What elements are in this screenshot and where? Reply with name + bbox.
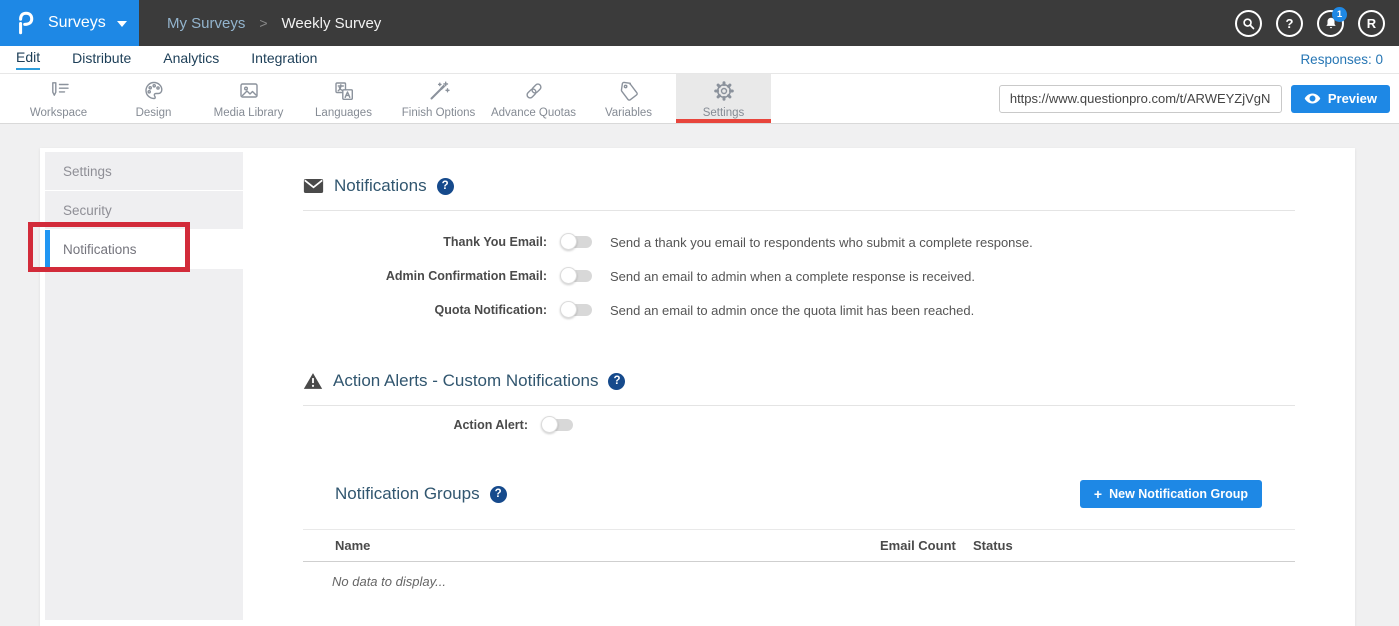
quota-notification-toggle[interactable]	[562, 304, 592, 316]
chevron-down-icon	[117, 21, 127, 27]
notification-groups-table: Name Email Count Status No data to displ…	[303, 529, 1295, 589]
preview-button[interactable]: Preview	[1291, 85, 1390, 113]
notification-count-badge: 1	[1332, 7, 1347, 22]
settings-sidebar: Settings Security Notifications	[45, 152, 243, 620]
palette-icon	[142, 79, 166, 104]
sidebar-item-notifications[interactable]: Notifications	[45, 230, 243, 268]
action-alerts-section-title: Action Alerts - Custom Notifications	[333, 371, 598, 391]
breadcrumb-current-survey: Weekly Survey	[282, 15, 382, 32]
toolbar-item-finish-options[interactable]: Finish Options	[391, 74, 486, 123]
toggle-knob	[560, 301, 577, 318]
notifications-section-header: Notifications ?	[303, 174, 1295, 198]
chain-icon	[522, 79, 546, 104]
toggle-knob	[560, 233, 577, 250]
survey-nav: Edit Distribute Analytics Integration Re…	[0, 46, 1399, 74]
gear-icon	[712, 79, 736, 104]
sidebar-item-settings[interactable]: Settings	[45, 152, 243, 190]
responses-count[interactable]: Responses: 0	[1300, 52, 1383, 67]
eye-icon	[1304, 92, 1321, 105]
tag-icon	[617, 79, 641, 104]
sidebar-filler	[45, 269, 243, 620]
action-alert-row: Action Alert:	[303, 408, 1295, 442]
empty-table-message: No data to display...	[332, 574, 1295, 589]
topbar: Surveys My Surveys > Weekly Survey ?	[0, 0, 1399, 46]
plus-icon: +	[1094, 486, 1102, 502]
admin-confirmation-email-row: Admin Confirmation Email: Send an email …	[303, 259, 1295, 293]
settings-card: Settings Security Notifications Notif	[40, 148, 1355, 626]
action-alert-toggle[interactable]	[543, 419, 573, 431]
question-mark-icon: ?	[1286, 16, 1294, 31]
toolbar-item-workspace[interactable]: Workspace	[11, 74, 106, 123]
divider	[303, 405, 1295, 406]
edit-toolbar: Workspace Design Media Library	[0, 74, 1399, 124]
envelope-icon	[303, 178, 324, 194]
table-header-row: Name Email Count Status	[303, 529, 1295, 562]
toolbar-item-design[interactable]: Design	[106, 74, 201, 123]
avatar-initial: R	[1367, 16, 1376, 31]
tab-edit[interactable]: Edit	[16, 49, 40, 70]
workspace-icon	[47, 79, 71, 104]
toolbar-item-languages[interactable]: Languages	[296, 74, 391, 123]
translate-icon	[332, 79, 356, 104]
breadcrumb: My Surveys > Weekly Survey	[139, 0, 1235, 46]
admin-confirmation-email-toggle[interactable]	[562, 270, 592, 282]
avatar[interactable]: R	[1358, 10, 1385, 37]
divider	[303, 210, 1295, 211]
action-alerts-section: Action Alerts - Custom Notifications ? A…	[303, 369, 1295, 442]
toolbar-item-settings[interactable]: Settings	[676, 74, 771, 123]
tab-distribute[interactable]: Distribute	[72, 50, 131, 69]
notification-groups-help-icon[interactable]: ?	[490, 486, 507, 503]
toggle-knob	[560, 267, 577, 284]
tab-analytics[interactable]: Analytics	[163, 50, 219, 69]
breadcrumb-my-surveys[interactable]: My Surveys	[167, 15, 245, 32]
warning-triangle-icon	[303, 372, 323, 390]
thank-you-email-toggle[interactable]	[562, 236, 592, 248]
breadcrumb-separator: >	[259, 15, 267, 31]
toolbar-right: Preview	[999, 74, 1399, 123]
notifications-panel: Notifications ? Thank You Email: Send a …	[243, 148, 1355, 589]
notification-groups-title-wrap: Notification Groups ?	[335, 484, 507, 504]
thank-you-email-row: Thank You Email: Send a thank you email …	[303, 225, 1295, 259]
wand-icon	[427, 79, 451, 104]
help-button[interactable]: ?	[1276, 10, 1303, 37]
notifications-section-title: Notifications	[334, 176, 427, 196]
survey-url-input[interactable]	[999, 85, 1282, 113]
notification-groups-title: Notification Groups	[335, 484, 480, 504]
toggle-knob	[541, 416, 558, 433]
column-header-status: Status	[973, 538, 1013, 553]
toolbar-item-advance-quotas[interactable]: Advance Quotas	[486, 74, 581, 123]
action-alerts-section-header: Action Alerts - Custom Notifications ?	[303, 369, 1295, 393]
product-switcher[interactable]: Surveys	[0, 0, 139, 46]
notifications-help-icon[interactable]: ?	[437, 178, 454, 195]
notifications-button[interactable]: 1	[1317, 10, 1344, 37]
quota-notification-row: Quota Notification: Send an email to adm…	[303, 293, 1295, 327]
column-header-name: Name	[335, 538, 880, 553]
toolbar-item-variables[interactable]: Variables	[581, 74, 676, 123]
search-button[interactable]	[1235, 10, 1262, 37]
topbar-icons: ? 1 R	[1235, 0, 1399, 46]
column-header-email-count: Email Count	[880, 538, 973, 553]
action-alerts-help-icon[interactable]: ?	[608, 373, 625, 390]
notification-toggle-rows: Thank You Email: Send a thank you email …	[303, 225, 1295, 327]
search-icon	[1241, 16, 1256, 31]
product-name: Surveys	[48, 14, 106, 32]
new-notification-group-button[interactable]: + New Notification Group	[1080, 480, 1262, 508]
notification-groups-header: Notification Groups ? + New Notification…	[303, 480, 1295, 508]
toolbar-item-media-library[interactable]: Media Library	[201, 74, 296, 123]
page-body: Settings Security Notifications Notif	[0, 125, 1399, 626]
image-icon	[237, 79, 261, 104]
sidebar-item-security[interactable]: Security	[45, 191, 243, 229]
tab-integration[interactable]: Integration	[251, 50, 317, 69]
questionpro-logo-icon	[13, 10, 39, 36]
